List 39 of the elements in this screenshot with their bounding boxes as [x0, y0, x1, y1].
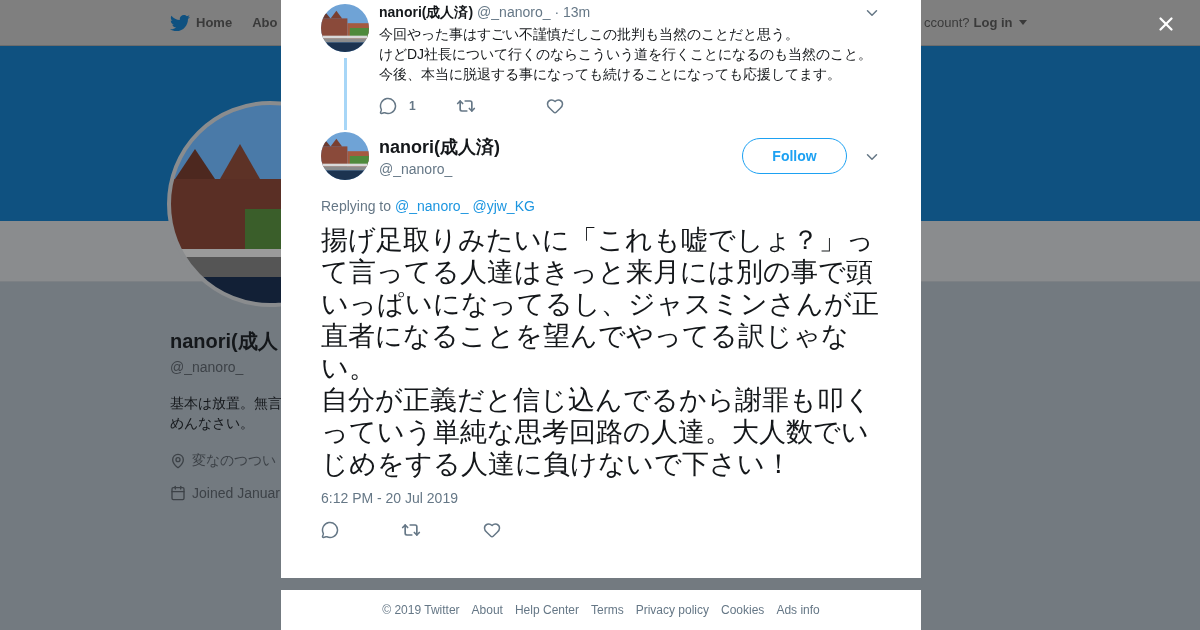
profile-name: nanori(成人 [170, 329, 278, 354]
reply-count: 1 [409, 99, 416, 113]
author-name: nanori(成人済) [379, 4, 474, 22]
reply-icon [379, 97, 397, 115]
footer-link[interactable]: Ads info [776, 603, 820, 617]
reply-button[interactable]: 1 [379, 97, 416, 115]
mention-link[interactable]: @yjw_KG [472, 198, 535, 214]
replying-label: Replying to [321, 198, 392, 214]
tweet-text: 揚げ足取りみたいに「これも嘘でしょ？」って言ってる人達はきっと来月には別の事で頭いっぱいになってるし、ジャスミンさんが正直者になることを望んでやってる訳じゃない。 自分が正義だと信じ込んでるから謝罪も叩くっていう単純な思考回路の人達。大人数でいじめをする人達に負けないで下さい！ [321, 224, 880, 480]
profile-bio: 基本は放置。無言 めんなさい。 [170, 394, 282, 433]
footer-link[interactable]: Terms [591, 603, 624, 617]
account-prompt: ccount? [924, 15, 970, 30]
calendar-icon [170, 485, 186, 501]
footer-link[interactable]: Help Center [514, 603, 579, 617]
location-icon [170, 453, 186, 469]
profile-location: 変なのつつい [192, 452, 276, 470]
author-name: nanori(成人済) [379, 136, 501, 159]
footer-link[interactable]: © 2019 Twitter [382, 603, 460, 617]
like-button[interactable] [545, 97, 564, 115]
reply-button[interactable] [321, 521, 339, 539]
footer-link[interactable]: Privacy policy [635, 603, 709, 617]
like-button[interactable] [483, 521, 501, 539]
author-handle: @_nanoro_ [477, 4, 551, 20]
footer-link[interactable]: Cookies [721, 603, 765, 617]
tweet-time: · 13m [554, 4, 591, 20]
follow-button[interactable]: Follow [742, 138, 847, 174]
login-link[interactable]: Log in [973, 15, 1027, 30]
thread-line [343, 58, 347, 130]
caret-icon [1018, 20, 1027, 25]
profile-joined: Joined Januar [192, 485, 280, 501]
mention-link[interactable]: @_nanoro_ [395, 198, 469, 214]
bird-icon [170, 12, 190, 33]
author-handle: @_nanoro_ [379, 161, 454, 177]
footer-link[interactable]: About [471, 603, 503, 617]
nav-link[interactable]: Home [170, 12, 233, 33]
nav-link[interactable]: Abo [252, 15, 278, 30]
profile-handle: @_nanoro_ [170, 359, 244, 375]
tweet-text: 今回やった事はすごい不謹慎だしこの批判も当然のことだと思う。 けどDJ社長について行くのならこういう道を行くことになるのも当然のこと。 今後、本当に脱退する事になっても続けることになっても応援してます。 [379, 25, 874, 84]
tweet-timestamp: 6:12 PM - 20 Jul 2019 [321, 490, 459, 506]
